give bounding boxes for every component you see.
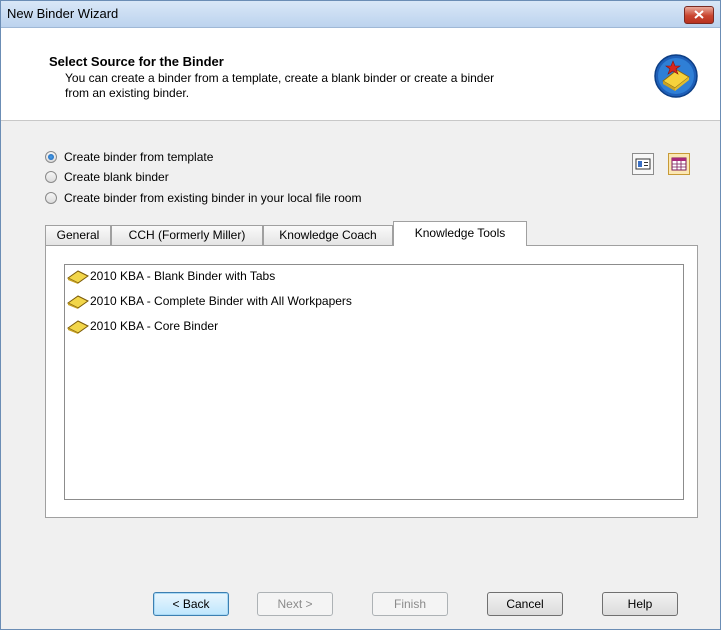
details-view-icon: [635, 158, 651, 170]
template-list[interactable]: 2010 KBA - Blank Binder with Tabs 2010 K…: [64, 264, 684, 500]
option-label: Create blank binder: [64, 170, 169, 184]
binder-book-icon: [67, 320, 89, 334]
description-line-2: from an existing binder.: [65, 86, 190, 100]
tab-cch[interactable]: CCH (Formerly Miller): [111, 225, 263, 245]
tab-knowledge-coach[interactable]: Knowledge Coach: [263, 225, 393, 245]
button-bar: < Back Next > Finish Cancel Help: [1, 581, 720, 629]
binder-book-icon: [67, 270, 89, 284]
tab-panel: 2010 KBA - Blank Binder with Tabs 2010 K…: [45, 245, 698, 518]
binder-wizard-icon: [654, 54, 698, 98]
option-from-template[interactable]: Create binder from template: [45, 149, 213, 165]
help-button[interactable]: Help: [602, 592, 678, 616]
option-blank-binder[interactable]: Create blank binder: [45, 169, 169, 185]
binder-book-icon: [67, 295, 89, 309]
list-item[interactable]: 2010 KBA - Core Binder: [67, 317, 218, 335]
radio-from-template[interactable]: [45, 151, 57, 163]
grid-view-button[interactable]: [668, 153, 690, 175]
wizard-window: New Binder Wizard Select Source for the …: [0, 0, 721, 630]
wizard-header: Select Source for the Binder You can cre…: [1, 28, 720, 121]
title-bar[interactable]: New Binder Wizard: [1, 1, 720, 28]
option-label: Create binder from existing binder in yo…: [64, 191, 362, 205]
radio-existing-binder[interactable]: [45, 192, 57, 204]
close-button[interactable]: [684, 6, 714, 24]
page-title: Select Source for the Binder: [49, 54, 224, 69]
tab-knowledge-tools[interactable]: Knowledge Tools: [393, 221, 527, 246]
cancel-button[interactable]: Cancel: [487, 592, 563, 616]
option-existing-binder[interactable]: Create binder from existing binder in yo…: [45, 190, 361, 206]
window-title: New Binder Wizard: [7, 6, 119, 21]
next-button[interactable]: Next >: [257, 592, 333, 616]
details-view-button[interactable]: [632, 153, 654, 175]
template-name: 2010 KBA - Blank Binder with Tabs: [90, 269, 276, 283]
back-button[interactable]: < Back: [153, 592, 229, 616]
list-item[interactable]: 2010 KBA - Blank Binder with Tabs: [67, 267, 275, 285]
radio-blank-binder[interactable]: [45, 171, 57, 183]
template-name: 2010 KBA - Core Binder: [90, 319, 219, 333]
grid-view-icon: [671, 157, 687, 171]
option-label: Create binder from template: [64, 150, 214, 164]
page-description: You can create a binder from a template,…: [65, 71, 605, 101]
finish-button[interactable]: Finish: [372, 592, 448, 616]
description-line-1: You can create a binder from a template,…: [65, 71, 495, 85]
list-item[interactable]: 2010 KBA - Complete Binder with All Work…: [67, 292, 352, 310]
template-name: 2010 KBA - Complete Binder with All Work…: [90, 294, 352, 308]
close-icon: [694, 10, 704, 19]
tab-general[interactable]: General: [45, 225, 111, 245]
